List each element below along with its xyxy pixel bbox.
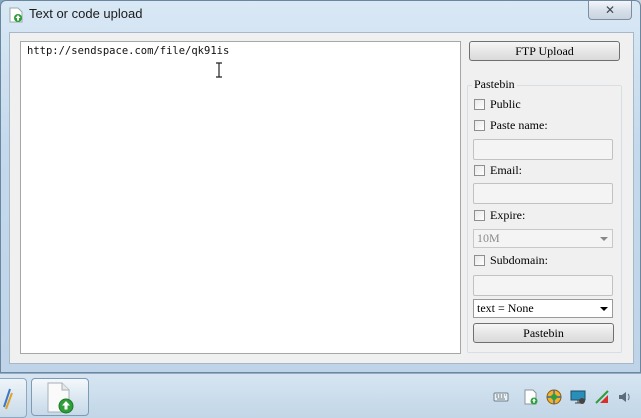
- keyboard-icon[interactable]: [493, 389, 509, 405]
- pastebin-button-label: Pastebin: [523, 325, 564, 340]
- expire-label: Expire:: [490, 208, 526, 222]
- subdomain-label: Subdomain:: [490, 253, 549, 267]
- expire-option[interactable]: Expire:: [474, 208, 525, 223]
- text-input-area[interactable]: http://sendspace.com/file/qk91is: [20, 41, 461, 354]
- network-icon[interactable]: [594, 389, 610, 405]
- public-checkbox[interactable]: [474, 99, 485, 110]
- browser-icon[interactable]: [546, 389, 562, 405]
- window-title: Text or code upload: [29, 6, 143, 21]
- paste-name-checkbox[interactable]: [474, 120, 485, 131]
- title-bar[interactable]: Text or code upload ✕: [1, 1, 640, 29]
- document-upload-icon[interactable]: [523, 389, 539, 405]
- email-label: Email:: [490, 163, 522, 177]
- taskbar: [0, 373, 641, 418]
- close-icon: ✕: [604, 3, 616, 17]
- paste-name-option[interactable]: Paste name:: [474, 118, 548, 133]
- expire-value: 10M: [477, 231, 500, 245]
- subdomain-option[interactable]: Subdomain:: [474, 253, 548, 268]
- taskbar-item-partial[interactable]: [0, 378, 27, 418]
- public-label: Public: [490, 97, 521, 111]
- taskbar-item-upload[interactable]: [31, 378, 89, 416]
- public-option[interactable]: Public: [474, 97, 521, 112]
- paste-name-field[interactable]: [473, 139, 613, 160]
- pastebin-group-label: Pastebin: [472, 77, 517, 92]
- format-select[interactable]: text = None: [473, 299, 613, 318]
- upload-app-icon: [9, 7, 23, 23]
- document-upload-icon: [47, 382, 74, 414]
- email-checkbox[interactable]: [474, 165, 485, 176]
- speaker-icon[interactable]: [617, 389, 633, 405]
- subdomain-field[interactable]: [473, 275, 613, 296]
- subdomain-checkbox[interactable]: [474, 255, 485, 266]
- text-cursor-icon: [216, 62, 222, 78]
- email-field[interactable]: [473, 183, 613, 204]
- ftp-upload-label: FTP Upload: [515, 43, 574, 58]
- format-value: text = None: [477, 301, 534, 315]
- app-icon: [3, 388, 13, 410]
- chevron-down-icon: [600, 307, 608, 311]
- pastebin-button[interactable]: Pastebin: [473, 323, 614, 343]
- text-input-content: http://sendspace.com/file/qk91is: [27, 45, 230, 57]
- monitor-icon[interactable]: [570, 389, 586, 405]
- chevron-down-icon: [600, 237, 608, 241]
- expire-checkbox[interactable]: [474, 210, 485, 221]
- close-button[interactable]: ✕: [588, 1, 632, 20]
- expire-select[interactable]: 10M: [473, 229, 613, 248]
- ftp-upload-button[interactable]: FTP Upload: [469, 41, 620, 61]
- email-option[interactable]: Email:: [474, 163, 522, 178]
- paste-name-label: Paste name:: [490, 118, 548, 132]
- upload-window: Text or code upload ✕ http://sendspace.c…: [0, 0, 641, 373]
